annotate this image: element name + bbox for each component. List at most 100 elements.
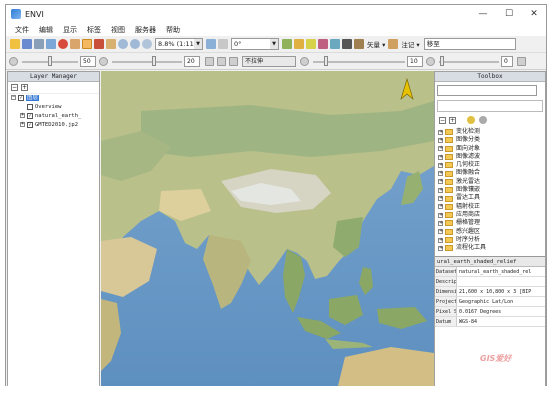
maximize-button[interactable]: ☐	[496, 5, 522, 23]
data-manager-icon[interactable]	[22, 39, 32, 49]
tree-expander-icon[interactable]: +	[438, 146, 443, 152]
location-pin-icon[interactable]	[58, 39, 68, 49]
transparency-slider-thumb[interactable]	[440, 56, 444, 66]
fly-icon[interactable]	[94, 39, 104, 49]
layer-checkbox[interactable]: ✓	[27, 121, 33, 128]
toolbox-folder-item[interactable]: + 图像镶嵌	[437, 186, 545, 194]
open-file-icon[interactable]	[10, 39, 20, 49]
menu-view[interactable]: 视图	[106, 25, 130, 35]
layer-manager-icon[interactable]	[34, 39, 44, 49]
menu-edit[interactable]: 编辑	[34, 25, 58, 35]
brightness-value[interactable]: 50	[80, 56, 96, 67]
vector-dropdown[interactable]: 矢量 ▾	[367, 39, 385, 49]
expand-all-icon[interactable]: +	[21, 84, 28, 91]
sharpen-slider-thumb[interactable]	[324, 56, 328, 66]
toolbox-folder-item[interactable]: + 图像分类	[437, 136, 545, 144]
add-tool-icon[interactable]	[479, 116, 487, 124]
rotate-left-icon[interactable]	[206, 39, 216, 49]
rotation-combo[interactable]: 0° ▼	[231, 38, 279, 50]
stretch-combo[interactable]: 不拉伸	[242, 56, 296, 67]
zoom-in-icon[interactable]	[118, 39, 128, 49]
polygon-icon[interactable]	[354, 39, 364, 49]
toolbox-folder-item[interactable]: + 图像滤波	[437, 153, 545, 161]
toolbox-folder-item[interactable]: + 栅格管理	[437, 219, 545, 227]
toolbox-folder-item[interactable]: + 感兴趣区	[437, 228, 545, 236]
toolbox-folder-item[interactable]: + 面向对象	[437, 145, 545, 153]
tree-expander-icon[interactable]: −	[11, 95, 16, 100]
tree-expander-icon[interactable]: +	[20, 113, 25, 118]
transparency-slider[interactable]	[439, 61, 499, 63]
tree-expander-icon[interactable]: +	[438, 171, 443, 177]
annotation-dropdown[interactable]: 注记 ▾	[401, 39, 419, 49]
map-view[interactable]	[101, 71, 434, 389]
toolbox-folder-item[interactable]: + 变化检测	[437, 128, 545, 136]
toolbox-folder-item[interactable]: + 激光雷达	[437, 178, 545, 186]
toolbox-folder-item[interactable]: + 应用商店	[437, 211, 545, 219]
crosshair-icon[interactable]	[282, 39, 292, 49]
tree-expander-icon[interactable]: +	[20, 122, 25, 127]
tree-expander-icon[interactable]: +	[438, 162, 443, 168]
toolbox-folder-item[interactable]: + 辐射校正	[437, 203, 545, 211]
toolbox-search-input[interactable]	[437, 85, 537, 96]
stretch-reset-icon[interactable]	[217, 57, 226, 66]
select-cursor-icon[interactable]	[70, 39, 80, 49]
rotate-icon[interactable]	[106, 39, 116, 49]
layer-tree-row[interactable]: − ✓ 图层	[8, 94, 99, 103]
flicker-icon[interactable]	[517, 57, 526, 66]
tree-expander-icon[interactable]: +	[438, 220, 443, 226]
tree-expander-icon[interactable]: +	[438, 196, 443, 202]
roi-tool-icon[interactable]	[318, 39, 328, 49]
stretch-icon[interactable]	[205, 57, 214, 66]
tree-expander-icon[interactable]: +	[438, 229, 443, 235]
histogram-icon[interactable]	[229, 57, 238, 66]
collapse-all-icon[interactable]: −	[11, 84, 18, 91]
pan-icon[interactable]	[46, 39, 56, 49]
zoom-out-icon[interactable]	[130, 39, 140, 49]
toolbox-folder-item[interactable]: + 时序分析	[437, 236, 545, 244]
keyboard-icon[interactable]	[342, 39, 352, 49]
cursor-value-icon[interactable]	[294, 39, 304, 49]
hand-pan-icon[interactable]	[82, 39, 92, 49]
contrast-value[interactable]: 20	[184, 56, 200, 67]
contrast-slider-thumb[interactable]	[152, 56, 156, 66]
tree-expander-icon[interactable]: +	[438, 187, 443, 193]
contrast-slider[interactable]	[112, 61, 182, 63]
layer-checkbox[interactable]: ✓	[18, 94, 24, 101]
fixed-zoom-icon[interactable]	[142, 39, 152, 49]
toolbox-folder-item[interactable]: + 流程化工具	[437, 244, 545, 252]
tree-expander-icon[interactable]: +	[438, 237, 443, 243]
annotation-icon[interactable]	[388, 39, 399, 49]
transparency-value[interactable]: 0	[501, 56, 513, 67]
sharpen-value[interactable]: 10	[407, 56, 423, 67]
layer-checkbox[interactable]: ✓	[27, 112, 33, 119]
tree-expander-icon[interactable]: +	[438, 154, 443, 160]
toolbox-folder-item[interactable]: + 图像融合	[437, 169, 545, 177]
tree-expander-icon[interactable]: +	[438, 212, 443, 218]
menu-display[interactable]: 显示	[58, 25, 82, 35]
collapse-all-icon[interactable]: −	[439, 116, 446, 124]
rotate-right-icon[interactable]	[218, 39, 228, 49]
layer-tree-row[interactable]: Overview	[8, 103, 99, 112]
minimize-button[interactable]: —	[470, 5, 496, 23]
menu-help[interactable]: 帮助	[161, 25, 185, 35]
zoom-combo[interactable]: 8.8% (1:11.4 ▼	[155, 38, 203, 50]
expand-all-icon[interactable]: +	[449, 116, 456, 124]
layer-tree-row[interactable]: + ✓ GMTED2010.jp2	[8, 121, 99, 130]
menu-label[interactable]: 标签	[82, 25, 106, 35]
measure-icon[interactable]	[306, 39, 316, 49]
menu-file[interactable]: 文件	[10, 25, 34, 35]
layer-checkbox[interactable]	[27, 103, 33, 110]
close-button[interactable]: ✕	[521, 5, 546, 23]
tree-expander-icon[interactable]: +	[438, 179, 443, 185]
brightness-slider-thumb[interactable]	[48, 56, 52, 66]
tree-expander-icon[interactable]: +	[438, 245, 443, 251]
toolbox-folder-item[interactable]: + 几何校正	[437, 161, 545, 169]
tree-expander-icon[interactable]: +	[438, 204, 443, 210]
layer-tree-row[interactable]: + ✓ natural_earth_	[8, 112, 99, 121]
goto-search-input[interactable]: 移至	[423, 38, 516, 50]
tree-expander-icon[interactable]: +	[438, 137, 443, 143]
favorite-star-icon[interactable]	[467, 116, 475, 124]
toolbox-folder-item[interactable]: + 雷达工具	[437, 194, 545, 202]
tree-expander-icon[interactable]: +	[438, 129, 443, 135]
menu-server[interactable]: 服务器	[130, 25, 161, 35]
